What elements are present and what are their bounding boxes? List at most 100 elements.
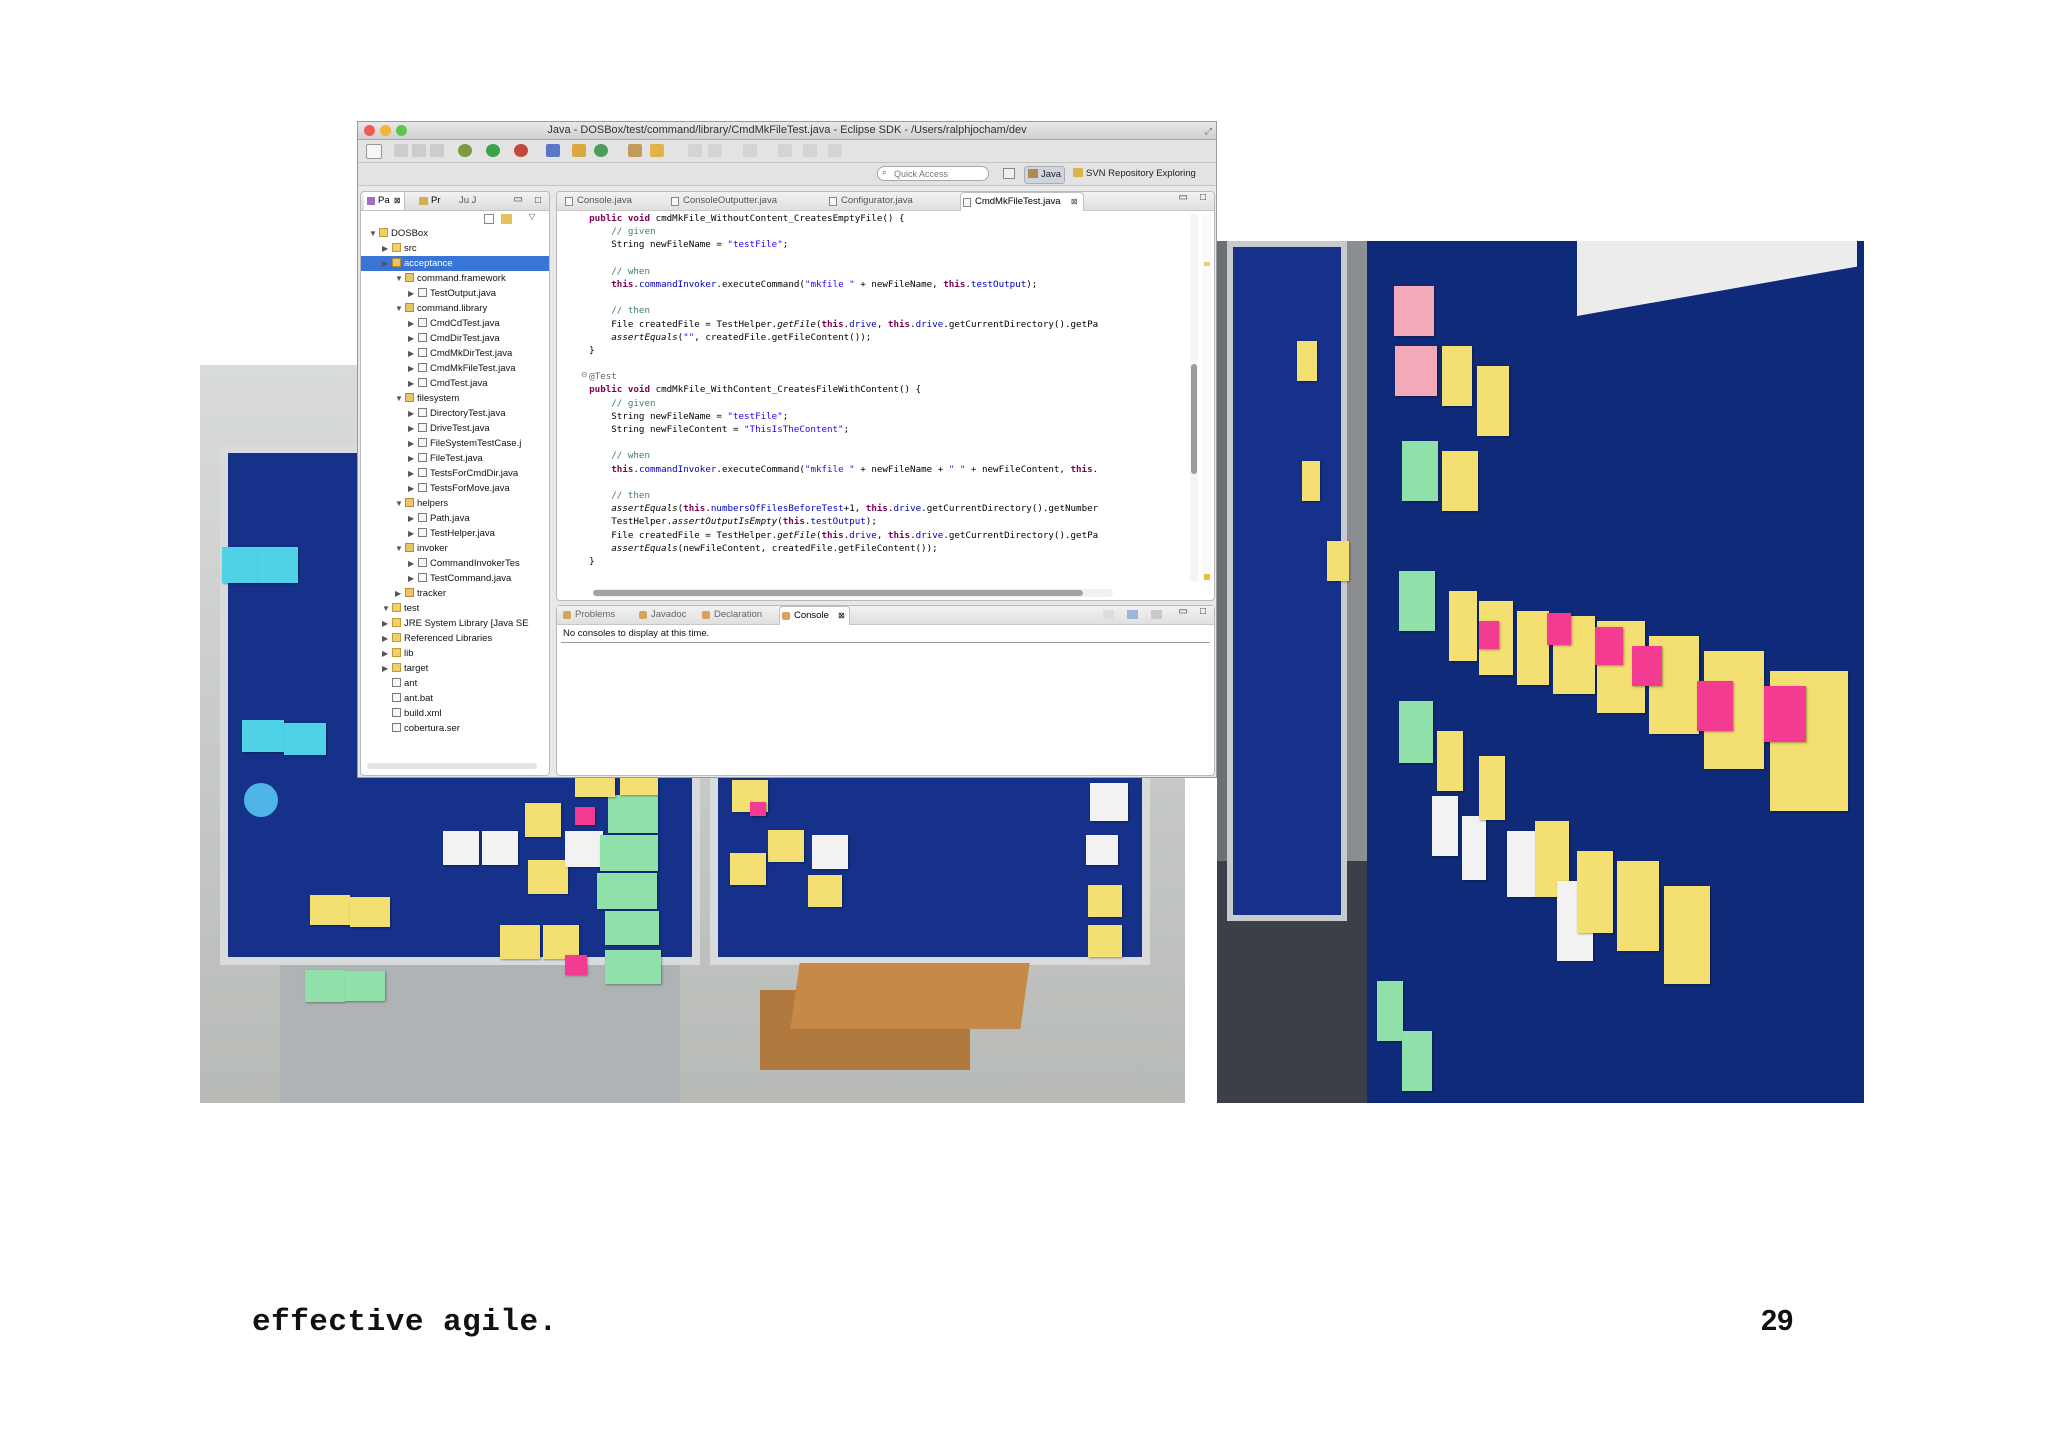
tab-configurator-java[interactable]: Configurator.java xyxy=(827,192,913,210)
collapse-all-icon[interactable] xyxy=(484,214,494,224)
open-console-icon[interactable] xyxy=(1151,610,1162,619)
fullscreen-icon[interactable]: ⤢ xyxy=(1205,123,1212,140)
tree-item[interactable]: ▶ TestsForMove.java xyxy=(361,481,549,496)
collapsed-arrow-icon[interactable]: ▶ xyxy=(382,631,392,646)
tree-item[interactable]: ▼ command.framework xyxy=(361,271,549,286)
collapsed-arrow-icon[interactable]: ▶ xyxy=(395,586,405,601)
tree-item[interactable]: ▶ CmdTest.java xyxy=(361,376,549,391)
run-icon[interactable] xyxy=(486,144,500,157)
tree-item[interactable]: ▼ filesystem xyxy=(361,391,549,406)
tab-package-explorer[interactable]: Pa ⊠ xyxy=(364,192,405,210)
search-tool-icon[interactable] xyxy=(650,144,664,157)
scroll-thumb[interactable] xyxy=(593,590,1083,596)
open-perspective-icon[interactable] xyxy=(1003,168,1015,179)
collapsed-arrow-icon[interactable]: ▶ xyxy=(408,436,418,451)
maximize-view-icon[interactable]: □ xyxy=(535,192,541,210)
tree-item[interactable]: ▶ CmdMkDirTest.java xyxy=(361,346,549,361)
tab-console-java[interactable]: Console.java xyxy=(563,192,632,210)
collapsed-arrow-icon[interactable]: ▶ xyxy=(408,526,418,541)
tree-item[interactable]: ant.bat xyxy=(361,691,549,706)
tree-item[interactable]: ▶ CmdDirTest.java xyxy=(361,331,549,346)
history-back-icon[interactable] xyxy=(803,144,817,157)
open-type-icon[interactable] xyxy=(546,144,560,157)
minimize-editor-icon[interactable]: ▭ xyxy=(1179,192,1188,203)
tree-item[interactable]: ▶ CmdMkFileTest.java xyxy=(361,361,549,376)
tree-item[interactable]: ▶ Path.java xyxy=(361,511,549,526)
back-icon[interactable] xyxy=(688,144,702,157)
tree-item[interactable]: ▶ lib xyxy=(361,646,549,661)
minimize-view-icon[interactable]: ▭ xyxy=(514,192,523,209)
expanded-arrow-icon[interactable]: ▼ xyxy=(395,391,405,406)
collapsed-arrow-icon[interactable]: ▶ xyxy=(408,376,418,391)
open-folder-icon[interactable] xyxy=(628,144,642,157)
collapsed-arrow-icon[interactable]: ▶ xyxy=(408,331,418,346)
view-menu-icon[interactable]: ▽ xyxy=(529,212,535,221)
horizontal-scrollbar[interactable] xyxy=(367,763,537,769)
last-edit-icon[interactable] xyxy=(778,144,792,157)
collapsed-arrow-icon[interactable]: ▶ xyxy=(408,511,418,526)
collapsed-arrow-icon[interactable]: ▶ xyxy=(382,256,392,271)
collapsed-arrow-icon[interactable]: ▶ xyxy=(408,361,418,376)
tree-item[interactable]: cobertura.ser xyxy=(361,721,549,736)
external-tools-icon[interactable] xyxy=(514,144,528,157)
tree-item[interactable]: ▶ TestsForCmdDir.java xyxy=(361,466,549,481)
close-icon[interactable]: ⊠ xyxy=(394,192,401,210)
tree-item[interactable]: ▶ TestOutput.java xyxy=(361,286,549,301)
tree-item[interactable]: ▶ target xyxy=(361,661,549,676)
tree-item[interactable]: ant xyxy=(361,676,549,691)
close-tab-icon[interactable]: ⊠ xyxy=(838,607,845,625)
zoom-window-button[interactable] xyxy=(396,125,407,136)
tree-item[interactable]: ▶ src xyxy=(361,241,549,256)
tree-item[interactable]: ▼ helpers xyxy=(361,496,549,511)
tree-item[interactable]: ▶ TestHelper.java xyxy=(361,526,549,541)
tree-item[interactable]: ▼ DOSBox xyxy=(361,226,549,241)
close-window-button[interactable] xyxy=(364,125,375,136)
tab-javadoc[interactable]: Javadoc xyxy=(637,606,686,624)
tab-problems[interactable]: Problems xyxy=(561,606,615,624)
perspective-java[interactable]: Java xyxy=(1024,166,1066,184)
tree-item[interactable]: ▶ TestCommand.java xyxy=(361,571,549,586)
scroll-thumb[interactable] xyxy=(1191,364,1197,474)
minimize-panel-icon[interactable]: ▭ xyxy=(1179,606,1188,617)
tree-item[interactable]: ▶ acceptance xyxy=(361,256,549,271)
forward-icon[interactable] xyxy=(708,144,722,157)
tab-project-explorer[interactable]: Pr xyxy=(419,192,441,210)
expanded-arrow-icon[interactable]: ▼ xyxy=(369,226,379,241)
vertical-scrollbar[interactable] xyxy=(1190,214,1198,582)
collapsed-arrow-icon[interactable]: ▶ xyxy=(408,556,418,571)
new-file-icon[interactable] xyxy=(366,144,382,159)
collapsed-arrow-icon[interactable]: ▶ xyxy=(408,451,418,466)
collapsed-arrow-icon[interactable]: ▶ xyxy=(408,406,418,421)
minimize-window-button[interactable] xyxy=(380,125,391,136)
link-editor-icon[interactable] xyxy=(501,214,512,224)
perspective-svn[interactable]: SVN Repository Exploring xyxy=(1070,166,1199,182)
tree-item[interactable]: ▶ CommandInvokerTes xyxy=(361,556,549,571)
save-icon[interactable] xyxy=(394,144,408,157)
tree-item[interactable]: ▼ command.library xyxy=(361,301,549,316)
maximize-panel-icon[interactable]: □ xyxy=(1200,606,1206,617)
display-console-icon[interactable] xyxy=(1127,610,1138,619)
debug-icon[interactable] xyxy=(458,144,472,157)
tree-item[interactable]: ▶ FileTest.java xyxy=(361,451,549,466)
collapsed-arrow-icon[interactable]: ▶ xyxy=(382,241,392,256)
collapsed-arrow-icon[interactable]: ▶ xyxy=(408,286,418,301)
expanded-arrow-icon[interactable]: ▼ xyxy=(395,301,405,316)
collapsed-arrow-icon[interactable]: ▶ xyxy=(382,616,392,631)
collapsed-arrow-icon[interactable]: ▶ xyxy=(408,466,418,481)
history-forward-icon[interactable] xyxy=(828,144,842,157)
close-tab-icon[interactable]: ⊠ xyxy=(1071,193,1078,211)
tab-cmdmkfiletest-java[interactable]: CmdMkFileTest.java ⊠ xyxy=(960,192,1084,211)
new-class-icon[interactable] xyxy=(594,144,608,157)
tree-item[interactable]: ▶ JRE System Library [Java SE xyxy=(361,616,549,631)
code-area[interactable]: public void cmdMkFile_WithoutContent_Cre… xyxy=(567,212,1186,582)
tab-console[interactable]: Console ⊠ xyxy=(779,606,850,625)
annotation-icon[interactable] xyxy=(743,144,757,157)
expanded-arrow-icon[interactable]: ▼ xyxy=(395,541,405,556)
collapsed-arrow-icon[interactable]: ▶ xyxy=(408,421,418,436)
maximize-editor-icon[interactable]: □ xyxy=(1200,192,1206,203)
tree-item[interactable]: ▶ DirectoryTest.java xyxy=(361,406,549,421)
tree-item[interactable]: ▶ Referenced Libraries xyxy=(361,631,549,646)
new-package-icon[interactable] xyxy=(572,144,586,157)
quick-access-field[interactable]: Quick Access xyxy=(877,166,989,181)
tree-item[interactable]: ▶ DriveTest.java xyxy=(361,421,549,436)
